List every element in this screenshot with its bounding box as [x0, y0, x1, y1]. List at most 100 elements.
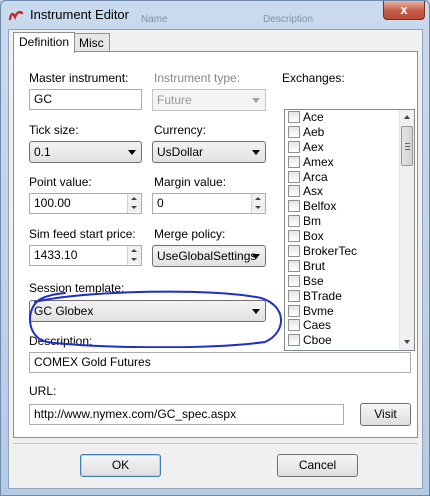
- exchange-list-item[interactable]: Aex: [285, 140, 414, 155]
- dialog-client-area: Definition Misc Master instrument: GC In…: [8, 29, 423, 489]
- session-template-select[interactable]: GC Globex: [29, 300, 266, 322]
- session-template-value: GC Globex: [34, 304, 94, 318]
- sim-feed-start-price-spinner[interactable]: [127, 246, 141, 265]
- ninja-logo-icon: [8, 10, 24, 21]
- exchange-checkbox[interactable]: [288, 215, 300, 228]
- spin-down-icon[interactable]: [128, 255, 141, 264]
- point-value-spinner[interactable]: [127, 194, 141, 213]
- exchange-list-item[interactable]: Box: [285, 229, 414, 244]
- close-icon: x: [400, 2, 408, 17]
- background-column-description: Description: [263, 14, 314, 25]
- exchanges-items: Ace Aeb Aex Amex Arca Asx Belfox Bm Box BrokerTec…: [285, 110, 414, 348]
- exchange-list-item[interactable]: Bm: [285, 214, 414, 229]
- spin-up-icon[interactable]: [252, 194, 265, 203]
- visit-button[interactable]: Visit: [360, 403, 411, 426]
- exchange-checkbox[interactable]: [288, 259, 300, 272]
- background-column-name: Name: [141, 14, 168, 25]
- session-template-label: Session template:: [29, 281, 125, 295]
- exchange-list-item[interactable]: Amex: [285, 155, 414, 170]
- cancel-button[interactable]: Cancel: [277, 454, 358, 477]
- margin-value-input[interactable]: 0: [152, 193, 266, 214]
- description-input[interactable]: COMEX Gold Futures: [29, 352, 411, 373]
- exchange-list-item[interactable]: Ace: [285, 110, 414, 125]
- merge-policy-value: UseGlobalSettings: [157, 249, 257, 263]
- sim-feed-start-price-value: 1433.10: [34, 248, 78, 262]
- exchange-checkbox[interactable]: [288, 245, 300, 258]
- exchange-label: Arca: [303, 169, 328, 184]
- exchange-list-item[interactable]: Asx: [285, 184, 414, 199]
- exchange-list-item[interactable]: Bvme: [285, 304, 414, 319]
- exchange-checkbox[interactable]: [288, 155, 300, 168]
- exchange-label: Box: [303, 229, 324, 244]
- margin-value-value: 0: [157, 196, 164, 210]
- definition-panel: Master instrument: GC Instrument type: F…: [13, 51, 418, 438]
- exchange-list-item[interactable]: Belfox: [285, 199, 414, 214]
- spin-up-icon[interactable]: [128, 194, 141, 203]
- exchange-label: Brut: [303, 258, 326, 273]
- url-input[interactable]: http://www.nymex.com/GC_spec.aspx: [29, 404, 344, 425]
- exchange-label: Aeb: [303, 124, 325, 139]
- exchanges-scrollbar[interactable]: [399, 110, 414, 350]
- url-label: URL:: [29, 384, 57, 398]
- sim-feed-start-price-input[interactable]: 1433.10: [29, 245, 142, 266]
- grip-line: [405, 149, 410, 150]
- master-instrument-input[interactable]: GC: [29, 89, 142, 110]
- ok-button[interactable]: OK: [80, 454, 161, 477]
- close-button[interactable]: x: [383, 1, 425, 20]
- exchange-label: BTrade: [303, 288, 342, 303]
- master-instrument-label: Master instrument:: [29, 71, 129, 85]
- exchange-checkbox[interactable]: [288, 334, 300, 347]
- exchange-label: Ace: [303, 110, 324, 124]
- exchange-checkbox[interactable]: [288, 125, 300, 138]
- point-value-label: Point value:: [29, 175, 92, 189]
- tab-misc[interactable]: Misc: [73, 33, 110, 52]
- exchange-label: Bvme: [303, 303, 334, 318]
- tick-size-label: Tick size:: [29, 123, 79, 137]
- exchange-checkbox[interactable]: [288, 304, 300, 317]
- grip-line: [405, 146, 410, 147]
- exchange-list-item[interactable]: Arca: [285, 170, 414, 185]
- spin-up-icon[interactable]: [128, 246, 141, 255]
- chevron-down-icon: [252, 150, 260, 155]
- exchange-list-item[interactable]: Bse: [285, 274, 414, 289]
- margin-value-spinner[interactable]: [251, 194, 265, 213]
- point-value-input[interactable]: 100.00: [29, 193, 142, 214]
- title-bar: Instrument Editor Name Description x: [1, 1, 429, 29]
- exchange-checkbox[interactable]: [288, 111, 300, 123]
- footer-separator: [13, 443, 418, 444]
- exchange-checkbox[interactable]: [288, 230, 300, 243]
- exchange-list-item[interactable]: BTrade: [285, 289, 414, 304]
- currency-label: Currency:: [154, 123, 207, 137]
- exchange-checkbox[interactable]: [288, 200, 300, 213]
- scroll-up-icon[interactable]: [404, 115, 410, 119]
- exchange-label: Asx: [303, 184, 324, 199]
- tab-definition[interactable]: Definition: [13, 32, 76, 53]
- exchange-checkbox[interactable]: [288, 289, 300, 302]
- instrument-type-label: Instrument type:: [154, 71, 241, 85]
- exchange-label: Caes: [303, 318, 332, 333]
- chevron-down-icon: [128, 150, 136, 155]
- scroll-thumb[interactable]: [401, 126, 413, 166]
- currency-select[interactable]: UsDollar: [152, 141, 266, 163]
- exchange-list-item[interactable]: Caes: [285, 318, 414, 333]
- exchange-list-item[interactable]: Aeb: [285, 125, 414, 140]
- merge-policy-select[interactable]: UseGlobalSettings: [152, 245, 266, 267]
- merge-policy-label: Merge policy:: [154, 227, 226, 241]
- scroll-down-icon[interactable]: [404, 340, 410, 344]
- exchange-list-item[interactable]: Brut: [285, 259, 414, 274]
- exchange-list-item[interactable]: Cboe: [285, 333, 414, 348]
- exchange-checkbox[interactable]: [288, 319, 300, 332]
- exchange-list-item[interactable]: BrokerTec: [285, 244, 414, 259]
- exchange-checkbox[interactable]: [288, 170, 300, 183]
- spin-down-icon[interactable]: [252, 203, 265, 212]
- exchange-checkbox[interactable]: [288, 274, 300, 287]
- margin-value-label: Margin value:: [154, 175, 227, 189]
- exchange-label: Bm: [303, 214, 321, 229]
- tick-size-select[interactable]: 0.1: [29, 141, 142, 163]
- exchange-checkbox[interactable]: [288, 185, 300, 198]
- spin-down-icon[interactable]: [128, 203, 141, 212]
- exchange-checkbox[interactable]: [288, 140, 300, 153]
- instrument-type-value: Future: [157, 93, 192, 107]
- exchanges-list[interactable]: Ace Aeb Aex Amex Arca Asx Belfox Bm Box BrokerTec…: [284, 109, 415, 351]
- sim-feed-start-price-label: Sim feed start price:: [29, 227, 136, 241]
